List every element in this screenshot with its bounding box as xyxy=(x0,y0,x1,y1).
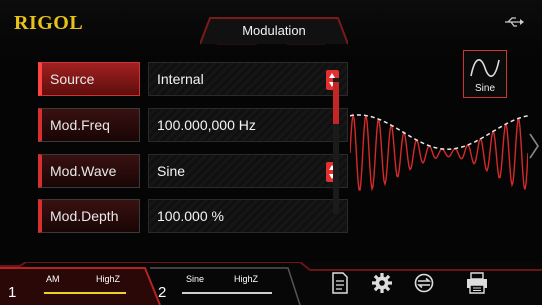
generator-screen: RIGOL Modulation Source Internal Mod.Fre… xyxy=(0,0,542,305)
channel-1-indicator xyxy=(44,292,126,294)
document-icon[interactable] xyxy=(331,272,349,294)
channel-2-mode: Sine xyxy=(186,274,205,284)
channel-2-impedance: HighZ xyxy=(234,274,259,284)
channel-2-number: 2 xyxy=(158,284,167,301)
param-label-mod-wave[interactable]: Mod.Wave xyxy=(38,154,140,188)
channel-1-impedance: HighZ xyxy=(96,274,121,284)
param-label-mod-depth[interactable]: Mod.Depth xyxy=(38,199,140,233)
status-bar: 1 AM HighZ 2 Sine HighZ xyxy=(0,262,542,305)
title-tab: Modulation xyxy=(200,14,348,45)
channel-1-mode: AM xyxy=(46,274,60,284)
sine-wave-icon xyxy=(470,59,500,77)
channel-2-indicator xyxy=(182,292,272,294)
modulation-preview xyxy=(350,112,528,192)
param-value-mod-wave[interactable]: Sine xyxy=(148,154,348,188)
gear-icon[interactable] xyxy=(371,272,393,294)
channel-2-tab[interactable]: 2 Sine HighZ xyxy=(150,262,290,305)
page-title: Modulation xyxy=(242,23,306,38)
scrollbar-thumb[interactable] xyxy=(333,82,339,124)
param-label-mod-freq[interactable]: Mod.Freq xyxy=(38,108,140,142)
channel-1-number: 1 xyxy=(8,284,17,301)
printer-icon[interactable] xyxy=(465,272,489,294)
param-value-mod-depth[interactable]: 100.000 % xyxy=(148,199,348,233)
usb-icon xyxy=(505,17,524,27)
param-label-source[interactable]: Source xyxy=(38,62,140,96)
param-value-mod-freq[interactable]: 100.000,000 Hz xyxy=(148,108,348,142)
wave-type-button[interactable]: Sine xyxy=(463,50,507,98)
header-divider xyxy=(216,44,326,45)
rigol-logo: RIGOL xyxy=(14,12,84,34)
header-bar: RIGOL Modulation xyxy=(0,0,542,52)
sync-icon[interactable] xyxy=(412,272,436,294)
param-value-source[interactable]: Internal xyxy=(148,62,348,96)
param-scrollbar[interactable] xyxy=(333,78,339,214)
chevron-right-icon[interactable] xyxy=(528,132,540,160)
channel-1-tab[interactable]: 1 AM HighZ xyxy=(0,262,150,305)
